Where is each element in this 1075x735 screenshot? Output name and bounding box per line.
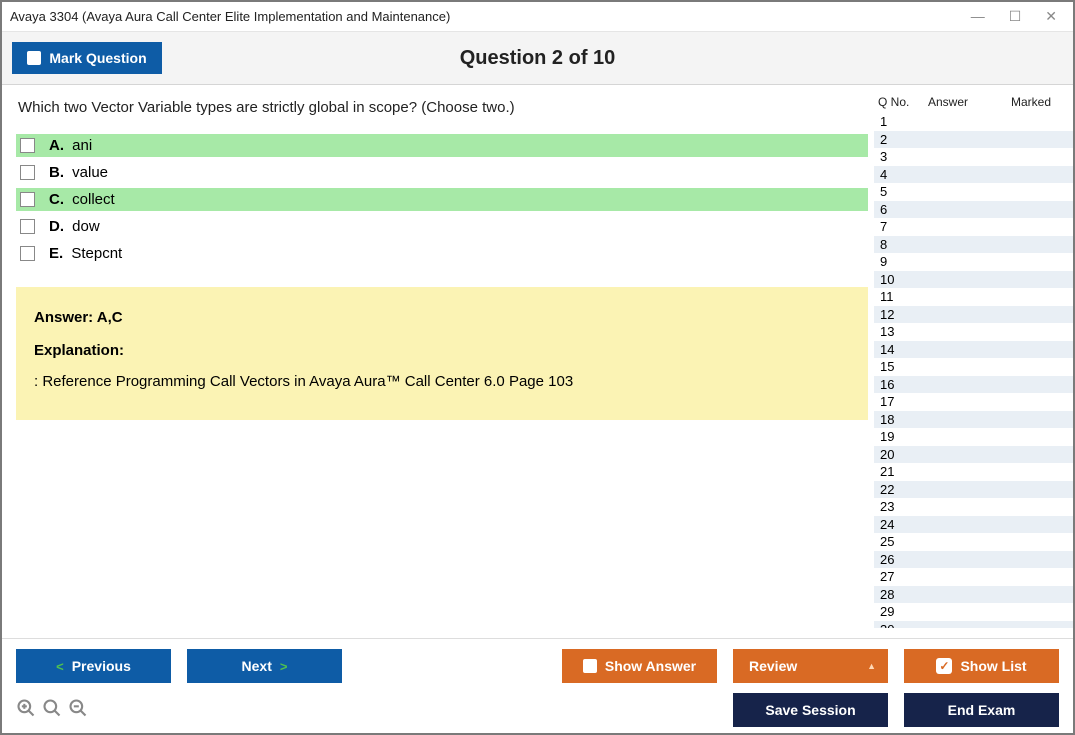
list-item[interactable]: 17 bbox=[874, 393, 1073, 411]
list-item[interactable]: 3 bbox=[874, 148, 1073, 166]
end-exam-button[interactable]: End Exam bbox=[904, 693, 1059, 727]
list-item[interactable]: 9 bbox=[874, 253, 1073, 271]
explanation-title: Explanation: bbox=[34, 342, 850, 359]
explanation-text: : Reference Programming Call Vectors in … bbox=[34, 373, 850, 390]
show-list-button[interactable]: ✓ Show List bbox=[904, 649, 1059, 683]
list-item[interactable]: 16 bbox=[874, 376, 1073, 394]
zoom-out-icon[interactable] bbox=[68, 698, 88, 723]
list-item[interactable]: 24 bbox=[874, 516, 1073, 534]
header-bar: Mark Question Question 2 of 10 bbox=[2, 31, 1073, 85]
zoom-reset-icon[interactable] bbox=[42, 698, 62, 723]
option-label: C. collect bbox=[49, 191, 115, 208]
option-checkbox[interactable] bbox=[20, 192, 35, 207]
list-item[interactable]: 5 bbox=[874, 183, 1073, 201]
list-item[interactable]: 7 bbox=[874, 218, 1073, 236]
window-title: Avaya 3304 (Avaya Aura Call Center Elite… bbox=[10, 9, 971, 24]
mark-question-button[interactable]: Mark Question bbox=[12, 42, 162, 74]
list-item[interactable]: 11 bbox=[874, 288, 1073, 306]
list-item[interactable]: 30 bbox=[874, 621, 1073, 629]
list-item[interactable]: 13 bbox=[874, 323, 1073, 341]
sidebar-question-list[interactable]: 1234567891011121314151617181920212223242… bbox=[874, 113, 1073, 628]
chevron-up-icon: ▲ bbox=[867, 661, 876, 671]
zoom-in-icon[interactable] bbox=[16, 698, 36, 723]
option-label: D. dow bbox=[49, 218, 100, 235]
col-qno: Q No. bbox=[878, 95, 928, 109]
minimize-icon[interactable]: — bbox=[971, 8, 985, 25]
zoom-controls bbox=[16, 698, 88, 723]
next-label: Next bbox=[242, 658, 272, 674]
option-checkbox[interactable] bbox=[20, 246, 35, 261]
chevron-left-icon: < bbox=[56, 659, 64, 674]
checkbox-checked-icon: ✓ bbox=[936, 658, 952, 674]
answer-label: Answer: A,C bbox=[34, 309, 850, 326]
options-list: A. ani B. value C. collect D. dow E. Stepcnt bbox=[16, 134, 868, 269]
end-exam-label: End Exam bbox=[948, 702, 1016, 718]
col-answer: Answer bbox=[928, 95, 993, 109]
option-checkbox[interactable] bbox=[20, 138, 35, 153]
option-label: A. ani bbox=[49, 137, 92, 154]
explanation-box: Answer: A,C Explanation: : Reference Pro… bbox=[16, 287, 868, 420]
list-item[interactable]: 26 bbox=[874, 551, 1073, 569]
question-text: Which two Vector Variable types are stri… bbox=[16, 99, 868, 116]
option-row[interactable]: A. ani bbox=[16, 134, 868, 157]
list-item[interactable]: 21 bbox=[874, 463, 1073, 481]
window-controls: — ☐ ✕ bbox=[971, 8, 1065, 25]
list-item[interactable]: 10 bbox=[874, 271, 1073, 289]
list-item[interactable]: 2 bbox=[874, 131, 1073, 149]
mark-question-label: Mark Question bbox=[49, 50, 146, 66]
save-session-label: Save Session bbox=[765, 702, 855, 718]
review-button[interactable]: Review ▲ bbox=[733, 649, 888, 683]
list-item[interactable]: 18 bbox=[874, 411, 1073, 429]
option-label: B. value bbox=[49, 164, 108, 181]
checkbox-icon bbox=[27, 51, 41, 65]
window-titlebar: Avaya 3304 (Avaya Aura Call Center Elite… bbox=[2, 2, 1073, 31]
list-item[interactable]: 14 bbox=[874, 341, 1073, 359]
list-item[interactable]: 20 bbox=[874, 446, 1073, 464]
footer-row-2: Save Session End Exam bbox=[16, 693, 1059, 727]
show-answer-button[interactable]: Show Answer bbox=[562, 649, 717, 683]
option-row[interactable]: B. value bbox=[16, 161, 868, 184]
list-item[interactable]: 28 bbox=[874, 586, 1073, 604]
maximize-icon[interactable]: ☐ bbox=[1009, 8, 1022, 25]
show-list-label: Show List bbox=[960, 658, 1026, 674]
list-item[interactable]: 25 bbox=[874, 533, 1073, 551]
show-answer-label: Show Answer bbox=[605, 658, 696, 674]
footer-bar: < Previous Next > Show Answer Review ▲ ✓… bbox=[2, 638, 1073, 733]
list-item[interactable]: 12 bbox=[874, 306, 1073, 324]
list-item[interactable]: 6 bbox=[874, 201, 1073, 219]
list-item[interactable]: 4 bbox=[874, 166, 1073, 184]
option-label: E. Stepcnt bbox=[49, 245, 122, 262]
save-session-button[interactable]: Save Session bbox=[733, 693, 888, 727]
previous-label: Previous bbox=[72, 658, 131, 674]
chevron-right-icon: > bbox=[280, 659, 288, 674]
list-item[interactable]: 29 bbox=[874, 603, 1073, 621]
option-checkbox[interactable] bbox=[20, 165, 35, 180]
close-icon[interactable]: ✕ bbox=[1045, 8, 1057, 25]
question-list-sidebar: Q No. Answer Marked 12345678910111213141… bbox=[868, 85, 1073, 638]
footer-row-1: < Previous Next > Show Answer Review ▲ ✓… bbox=[16, 649, 1059, 683]
option-row[interactable]: C. collect bbox=[16, 188, 868, 211]
list-item[interactable]: 27 bbox=[874, 568, 1073, 586]
list-item[interactable]: 19 bbox=[874, 428, 1073, 446]
question-counter: Question 2 of 10 bbox=[162, 47, 913, 70]
review-label: Review bbox=[749, 658, 797, 674]
previous-button[interactable]: < Previous bbox=[16, 649, 171, 683]
sidebar-header: Q No. Answer Marked bbox=[874, 95, 1073, 113]
option-row[interactable]: E. Stepcnt bbox=[16, 242, 868, 265]
option-checkbox[interactable] bbox=[20, 219, 35, 234]
col-marked: Marked bbox=[993, 95, 1069, 109]
list-item[interactable]: 8 bbox=[874, 236, 1073, 254]
list-item[interactable]: 1 bbox=[874, 113, 1073, 131]
option-row[interactable]: D. dow bbox=[16, 215, 868, 238]
list-item[interactable]: 23 bbox=[874, 498, 1073, 516]
next-button[interactable]: Next > bbox=[187, 649, 342, 683]
list-item[interactable]: 15 bbox=[874, 358, 1073, 376]
question-panel: Which two Vector Variable types are stri… bbox=[2, 85, 868, 638]
content-area: Which two Vector Variable types are stri… bbox=[2, 85, 1073, 638]
checkbox-icon bbox=[583, 659, 597, 673]
list-item[interactable]: 22 bbox=[874, 481, 1073, 499]
